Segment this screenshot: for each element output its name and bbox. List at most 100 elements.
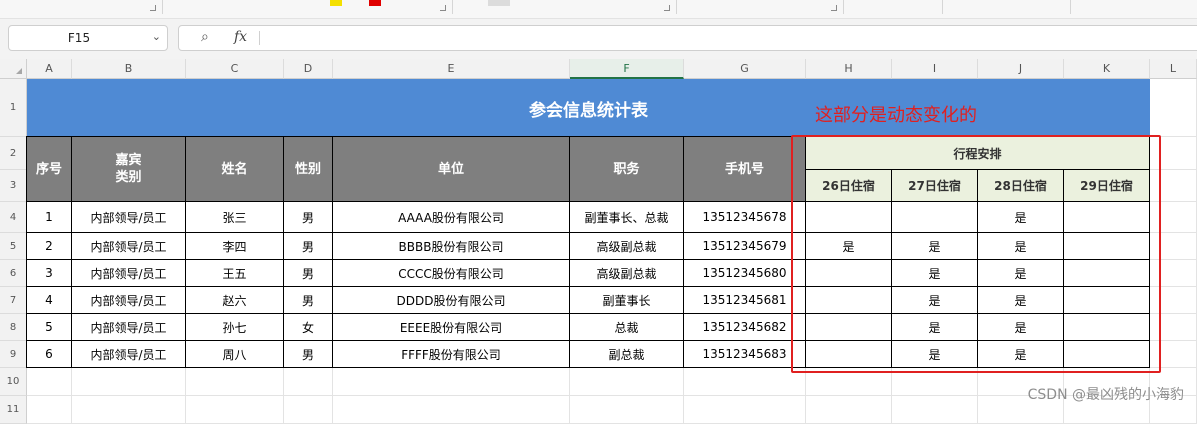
grid-cell[interactable] — [684, 368, 806, 396]
cell-name[interactable]: 周八 — [186, 341, 284, 368]
cell-phone[interactable]: 13512345682 — [684, 314, 806, 341]
cell-org[interactable]: FFFF股份有限公司 — [333, 341, 570, 368]
cell-seq[interactable]: 1 — [27, 202, 72, 233]
grid-cell[interactable] — [72, 396, 186, 424]
column-header-b[interactable]: B — [72, 59, 186, 79]
cell-phone[interactable]: 13512345680 — [684, 260, 806, 287]
grid-cell[interactable] — [284, 368, 333, 396]
cell-phone[interactable]: 13512345678 — [684, 202, 806, 233]
chevron-down-icon[interactable]: ⌄ — [152, 30, 161, 43]
cell-org[interactable]: CCCC股份有限公司 — [333, 260, 570, 287]
cell-position[interactable]: 高级副总裁 — [570, 260, 684, 287]
cell-phone[interactable]: 13512345681 — [684, 287, 806, 314]
insert-function-icon[interactable]: fx — [234, 29, 247, 45]
row-header-11[interactable]: 11 — [0, 396, 27, 424]
row-header-5[interactable]: 5 — [0, 233, 27, 260]
select-all-corner[interactable] — [0, 59, 27, 79]
column-header-h[interactable]: H — [806, 59, 892, 79]
name-box[interactable]: F15 ⌄ — [8, 25, 168, 51]
grid-cell[interactable] — [186, 368, 284, 396]
cell-org[interactable]: DDDD股份有限公司 — [333, 287, 570, 314]
header-name[interactable]: 姓名 — [186, 137, 284, 202]
cell-name[interactable]: 孙七 — [186, 314, 284, 341]
column-header-g[interactable]: G — [684, 59, 806, 79]
column-header-c[interactable]: C — [186, 59, 284, 79]
cell-name[interactable]: 李四 — [186, 233, 284, 260]
row-header-3[interactable]: 3 — [0, 170, 27, 202]
cell-position[interactable]: 总裁 — [570, 314, 684, 341]
grid-cell[interactable] — [333, 396, 570, 424]
header-guest-type[interactable]: 嘉宾 类别 — [72, 137, 186, 202]
grid-cell[interactable] — [892, 396, 978, 424]
cell-seq[interactable]: 3 — [27, 260, 72, 287]
row-header-1[interactable]: 1 — [0, 79, 27, 137]
cell-position[interactable]: 副董事长 — [570, 287, 684, 314]
cell-gender[interactable]: 男 — [284, 260, 333, 287]
cell-name[interactable]: 王五 — [186, 260, 284, 287]
cell-gender[interactable]: 男 — [284, 233, 333, 260]
cell-guest-type[interactable]: 内部领导/员工 — [72, 314, 186, 341]
cell-gender[interactable]: 男 — [284, 202, 333, 233]
header-gender[interactable]: 性别 — [284, 137, 333, 202]
column-header-i[interactable]: I — [892, 59, 978, 79]
cell-phone[interactable]: 13512345679 — [684, 233, 806, 260]
row-header-6[interactable]: 6 — [0, 260, 27, 287]
row-header-7[interactable]: 7 — [0, 287, 27, 314]
cell-guest-type[interactable]: 内部领导/员工 — [72, 341, 186, 368]
cell-seq[interactable]: 5 — [27, 314, 72, 341]
column-header-l[interactable]: L — [1150, 59, 1197, 79]
header-org[interactable]: 单位 — [333, 137, 570, 202]
cell-seq[interactable]: 4 — [27, 287, 72, 314]
cell-seq[interactable]: 2 — [27, 233, 72, 260]
cell-gender[interactable]: 男 — [284, 341, 333, 368]
column-header-j[interactable]: J — [978, 59, 1064, 79]
dialog-launcher-icon[interactable] — [664, 5, 670, 11]
column-header-a[interactable]: A — [27, 59, 72, 79]
cell-gender[interactable]: 女 — [284, 314, 333, 341]
dialog-launcher-icon[interactable] — [831, 5, 837, 11]
ribbon-button[interactable] — [488, 0, 510, 6]
grid-cell[interactable] — [284, 396, 333, 424]
column-header-e[interactable]: E — [333, 59, 570, 79]
cell-name[interactable]: 张三 — [186, 202, 284, 233]
row-header-8[interactable]: 8 — [0, 314, 27, 341]
grid-cell[interactable] — [570, 396, 684, 424]
grid-cell[interactable] — [186, 396, 284, 424]
cell-org[interactable]: EEEE股份有限公司 — [333, 314, 570, 341]
cell-phone[interactable]: 13512345683 — [684, 341, 806, 368]
cell-org[interactable]: AAAA股份有限公司 — [333, 202, 570, 233]
row-header-2[interactable]: 2 — [0, 137, 27, 170]
formula-input[interactable]: ⌕ fx — [178, 25, 1197, 51]
row-header-10[interactable]: 10 — [0, 368, 27, 396]
cell-guest-type[interactable]: 内部领导/员工 — [72, 202, 186, 233]
column-header-k[interactable]: K — [1064, 59, 1150, 79]
dialog-launcher-icon[interactable] — [440, 5, 446, 11]
header-position[interactable]: 职务 — [570, 137, 684, 202]
column-header-f[interactable]: F — [570, 59, 684, 79]
dialog-launcher-icon[interactable] — [150, 5, 156, 11]
column-header-d[interactable]: D — [284, 59, 333, 79]
cell-gender[interactable]: 男 — [284, 287, 333, 314]
cell-seq[interactable]: 6 — [27, 341, 72, 368]
grid-cell[interactable] — [570, 368, 684, 396]
cell-guest-type[interactable]: 内部领导/员工 — [72, 287, 186, 314]
header-phone[interactable]: 手机号 — [684, 137, 806, 202]
grid-cell[interactable] — [72, 368, 186, 396]
highlight-color-icon[interactable] — [330, 0, 342, 6]
cell-position[interactable]: 副董事长、总裁 — [570, 202, 684, 233]
grid-cell[interactable] — [806, 396, 892, 424]
cell-org[interactable]: BBBB股份有限公司 — [333, 233, 570, 260]
cell-position[interactable]: 副总裁 — [570, 341, 684, 368]
grid-cell[interactable] — [27, 396, 72, 424]
grid-cell[interactable] — [1150, 79, 1197, 137]
row-header-9[interactable]: 9 — [0, 341, 27, 368]
grid-cell[interactable] — [333, 368, 570, 396]
header-seq[interactable]: 序号 — [27, 137, 72, 202]
grid-cell[interactable] — [684, 396, 806, 424]
cell-guest-type[interactable]: 内部领导/员工 — [72, 260, 186, 287]
sheet-title[interactable]: 参会信息统计表 — [27, 79, 1150, 137]
font-color-icon[interactable] — [369, 0, 381, 6]
row-header-4[interactable]: 4 — [0, 202, 27, 233]
cell-position[interactable]: 高级副总裁 — [570, 233, 684, 260]
grid-cell[interactable] — [27, 368, 72, 396]
